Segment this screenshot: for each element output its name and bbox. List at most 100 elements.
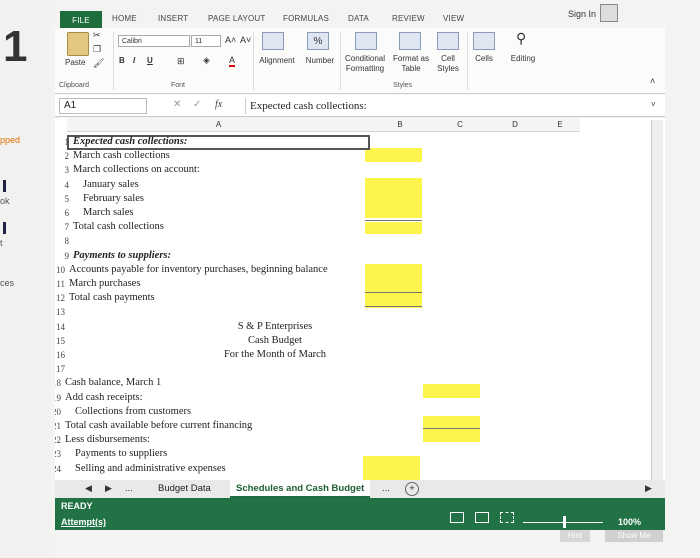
underline-button[interactable]: U (147, 56, 153, 65)
tab-budget-data[interactable]: Budget Data (158, 480, 211, 498)
add-sheet-button[interactable]: + (405, 482, 419, 496)
column-header-a[interactable]: A (67, 118, 370, 132)
cell-a16[interactable]: For the Month of March (195, 348, 355, 362)
cell-a12[interactable]: Total cash payments (69, 291, 155, 305)
cell-a5[interactable]: February sales (83, 192, 144, 206)
row-number[interactable]: 11 (55, 277, 65, 291)
cell-a18[interactable]: Cash balance, March 1 (65, 376, 161, 390)
column-header-c[interactable]: C (430, 118, 490, 132)
tab-data[interactable]: DATA (348, 14, 369, 23)
row-number[interactable]: 19 (55, 391, 61, 405)
side-label[interactable]: pped (0, 135, 20, 145)
cell-a24[interactable]: Selling and administrative expenses (75, 462, 226, 476)
column-header-e[interactable]: E (540, 118, 580, 132)
row-number[interactable]: 23 (55, 447, 61, 461)
cell-a11[interactable]: March purchases (69, 277, 140, 291)
tab-formulas[interactable]: FORMULAS (283, 14, 329, 23)
cell-styles-icon[interactable] (437, 32, 459, 50)
row-number[interactable]: 24 (55, 462, 61, 476)
input-cell[interactable] (363, 456, 420, 480)
percent-icon[interactable]: % (307, 32, 329, 50)
cut-icon[interactable]: ✂ (93, 30, 101, 41)
row-number[interactable]: 3 (55, 163, 70, 177)
row-number[interactable]: 2 (55, 149, 70, 163)
input-cell[interactable] (365, 222, 422, 234)
row-number[interactable]: 10 (55, 263, 65, 277)
cell-a9[interactable]: Payments to suppliers: (73, 249, 171, 263)
worksheet-grid[interactable]: A B C D E 1 Expected cash collections: 2 Ma… (55, 118, 665, 480)
input-cell[interactable] (365, 148, 422, 162)
sheet-tabs-more[interactable]: ... (125, 480, 133, 498)
editing-button[interactable]: Editing (503, 54, 543, 64)
account-icon[interactable] (600, 4, 618, 22)
zoom-level[interactable]: 100% (618, 517, 641, 527)
cancel-icon[interactable]: ✕ (173, 99, 181, 110)
font-size-dropdown[interactable]: 11 (191, 35, 221, 47)
row-number[interactable]: 5 (55, 192, 70, 206)
bold-button[interactable]: B (119, 56, 125, 65)
italic-button[interactable]: I (133, 56, 135, 65)
row-number[interactable]: 14 (55, 320, 65, 334)
alignment-button[interactable]: Alignment (253, 56, 301, 66)
scroll-right-icon[interactable]: ▶ (105, 483, 112, 494)
normal-view-icon[interactable] (450, 512, 464, 523)
row-number[interactable]: 6 (55, 206, 70, 220)
cell-a20[interactable]: Collections from customers (75, 405, 191, 419)
row-number[interactable]: 17 (55, 362, 65, 376)
row-number[interactable]: 1 (55, 135, 70, 149)
number-button[interactable]: Number (302, 56, 338, 66)
tab-schedules-and-cash-budget[interactable]: Schedules and Cash Budget (230, 480, 371, 498)
format-painter-icon[interactable]: 🖌 (93, 58, 104, 69)
cell-a14[interactable]: S & P Enterprises (195, 320, 355, 334)
input-cell[interactable] (365, 178, 422, 218)
row-number[interactable]: 21 (55, 419, 61, 433)
row-number[interactable]: 12 (55, 291, 65, 305)
scroll-left-icon[interactable]: ◀ (85, 483, 92, 494)
row-number[interactable]: 4 (55, 178, 70, 192)
input-cell[interactable] (423, 416, 480, 442)
cells-icon[interactable] (473, 32, 495, 50)
input-cell[interactable] (365, 264, 422, 308)
attempts-link[interactable]: Attempt(s) (61, 517, 106, 527)
paste-button[interactable]: Paste (65, 58, 85, 67)
grow-font-icon[interactable]: A˄ (225, 35, 236, 45)
editing-icon[interactable]: ⚲ (516, 30, 526, 47)
row-number[interactable]: 13 (55, 305, 65, 319)
format-as-table-icon[interactable] (399, 32, 421, 50)
row-number[interactable]: 9 (55, 249, 70, 263)
cell-a10[interactable]: Accounts payable for inventory purchases… (69, 263, 328, 277)
row-number[interactable]: 8 (55, 234, 70, 248)
row-number[interactable]: 18 (55, 376, 61, 390)
cell-styles-button[interactable]: Cell Styles (432, 54, 464, 74)
vertical-scrollbar[interactable] (651, 120, 663, 480)
cell-a7[interactable]: Total cash collections (73, 220, 164, 234)
row-number[interactable]: 15 (55, 334, 65, 348)
page-break-view-icon[interactable] (500, 512, 514, 523)
row-number[interactable]: 16 (55, 348, 65, 362)
row-number[interactable]: 7 (55, 220, 70, 234)
hint-button[interactable]: Hint (560, 530, 590, 542)
cell-a4[interactable]: January sales (83, 178, 139, 192)
cell-a1[interactable]: Expected cash collections: (73, 135, 187, 149)
conditional-formatting-button[interactable]: Conditional Formatting (340, 54, 390, 74)
shrink-font-icon[interactable]: A˅ (240, 35, 251, 45)
cell-a6[interactable]: March sales (83, 206, 133, 220)
paste-icon[interactable] (67, 32, 89, 56)
tab-insert[interactable]: INSERT (158, 14, 188, 23)
zoom-thumb[interactable] (563, 516, 566, 528)
borders-icon[interactable]: ⊞ (177, 56, 185, 67)
cell-a2[interactable]: March cash collections (73, 149, 170, 163)
input-cell[interactable] (423, 384, 480, 398)
show-me-button[interactable]: Show Me (605, 530, 663, 542)
sheet-tabs-more-right[interactable]: ... (382, 480, 390, 498)
conditional-formatting-icon[interactable] (355, 32, 377, 50)
column-header-b[interactable]: B (370, 118, 430, 132)
font-color-icon[interactable]: A (229, 55, 236, 67)
copy-icon[interactable]: ❐ (93, 44, 101, 55)
row-number[interactable]: 20 (55, 405, 61, 419)
tab-view[interactable]: VIEW (443, 14, 464, 23)
cell-a15[interactable]: Cash Budget (195, 334, 355, 348)
format-as-table-button[interactable]: Format as Table (390, 54, 432, 74)
alignment-icon[interactable] (262, 32, 284, 50)
tab-file[interactable]: FILE (60, 11, 102, 29)
